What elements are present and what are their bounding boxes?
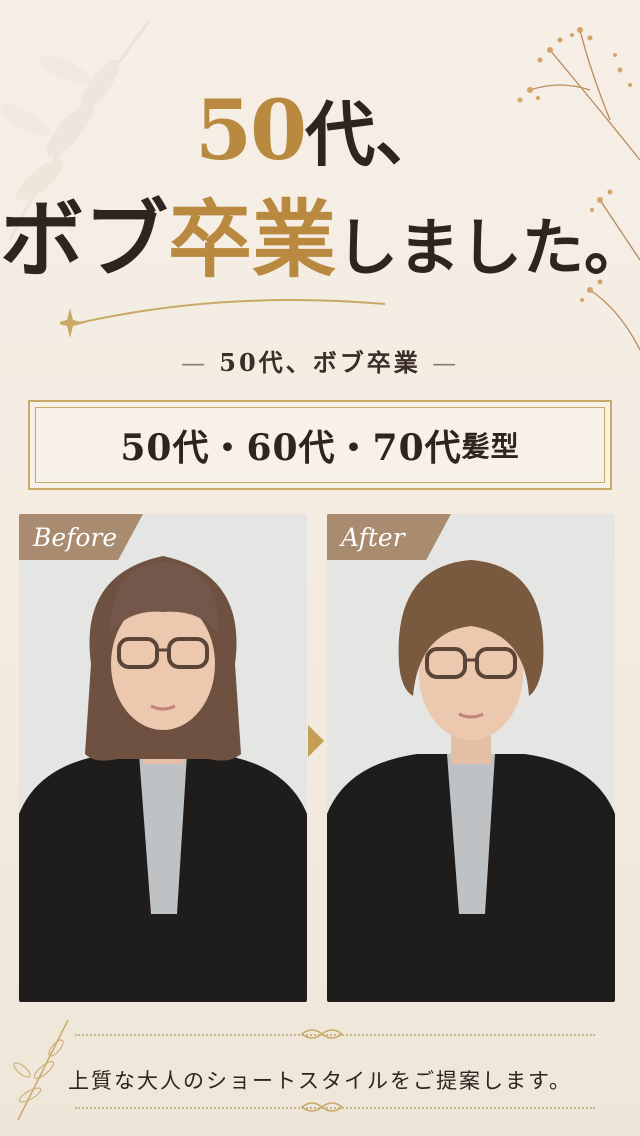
caption-text: 上質な大人のショートスタイルをご提案します。 <box>68 1069 572 1093</box>
subtitle-dash-right: — <box>432 349 460 377</box>
title-graduation: 卒業 <box>168 190 337 289</box>
arrow-right-icon <box>308 725 324 757</box>
age-range-text: 50代・60代・70代 髪型 <box>30 402 610 488</box>
title-did: しました。 <box>336 211 640 284</box>
ornament-top-icon <box>300 1029 344 1039</box>
subtitle-dash-left: — <box>180 349 208 377</box>
subtitle-text: 50代、ボブ卒業 <box>219 348 421 377</box>
after-photo: After <box>327 514 615 1002</box>
dried-flowers-icon <box>517 27 640 351</box>
title-bob: ボブ <box>0 190 169 289</box>
title-age-kanji: 代、 <box>305 93 446 176</box>
before-photo: Before <box>19 514 307 1002</box>
ornament-bottom-icon <box>300 1102 344 1112</box>
title-line-1: 50代、 <box>0 90 640 172</box>
after-portrait-image <box>327 514 615 1002</box>
age-range-main: 50代・60代・70代 <box>120 427 462 469</box>
sparkle-swoosh-icon <box>60 299 386 338</box>
before-portrait-image <box>19 514 307 1002</box>
title-number: 50 <box>194 83 307 179</box>
age-range-box: 50代・60代・70代 髪型 <box>28 400 612 490</box>
subtitle: — 50代、ボブ卒業 — <box>0 343 640 378</box>
title-line-2: ボブ卒業しました。 <box>0 198 640 282</box>
age-range-suffix: 髪型 <box>461 430 520 463</box>
